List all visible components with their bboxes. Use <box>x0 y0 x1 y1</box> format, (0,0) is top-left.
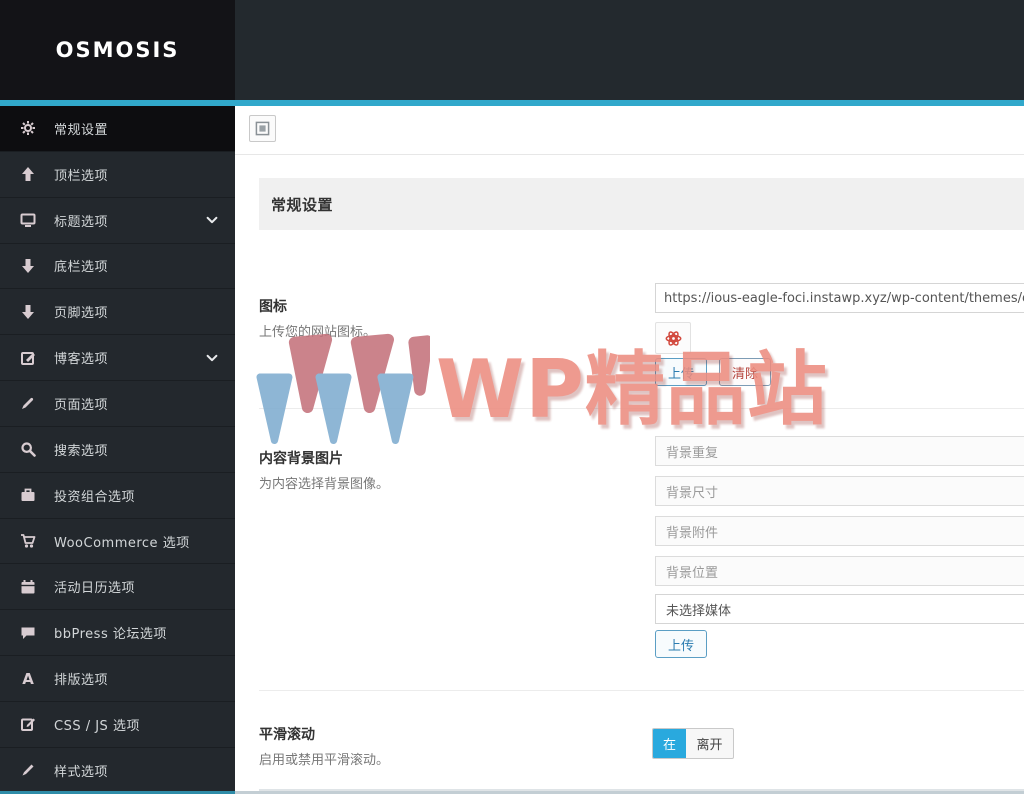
gears-icon <box>20 120 36 136</box>
nested-squares-icon <box>255 121 270 136</box>
style-pencil-icon <box>20 762 36 778</box>
background-position-select[interactable]: 背景位置 <box>655 556 1024 586</box>
logo-area: OSMOSIS <box>0 0 235 100</box>
search-icon <box>20 441 36 458</box>
sidebar-item-label: 常规设置 <box>54 122 109 138</box>
media-url-input[interactable] <box>655 594 1024 624</box>
sidebar-item[interactable]: 活动日历选项 <box>0 564 235 611</box>
chevron-down-icon <box>205 213 219 227</box>
sidebar-item[interactable]: A 排版选项 <box>0 656 235 702</box>
sidebar-item[interactable]: 顶栏选项 <box>0 152 235 198</box>
sidebar-item-label: WooCommerce 选项 <box>54 535 190 551</box>
sidebar-item-label: 标题选项 <box>54 214 109 230</box>
sidebar-item[interactable]: 常规设置 <box>0 106 235 152</box>
toggle-on-button[interactable]: 在 <box>653 729 686 758</box>
sidebar-item-label: 页脚选项 <box>54 306 109 322</box>
sidebar-item-label: 顶栏选项 <box>54 168 109 184</box>
section-header: 常规设置 <box>259 178 1024 230</box>
theme-options-page: OSMOSIS 常规设置 顶栏选项 标题选项 底栏选项 页脚选项 博客选项 页面选项 搜索选项… <box>0 0 1024 794</box>
sidebar-item-label: 底栏选项 <box>54 260 109 276</box>
svg-text:A: A <box>22 671 34 687</box>
sidebar-item[interactable]: 页面选项 <box>0 381 235 427</box>
favicon-upload-button[interactable]: 上传 <box>655 358 708 386</box>
favicon-field-description: 上传您的网站图标。 <box>259 325 377 340</box>
sidebar-item-label: 页面选项 <box>54 397 109 413</box>
sidebar-item-label: CSS / JS 选项 <box>54 718 140 734</box>
favicon-field-label: 图标 <box>259 299 287 315</box>
sidebar-item[interactable]: 标题选项 <box>0 198 235 244</box>
atom-flower-icon <box>665 330 681 346</box>
background-upload-button[interactable]: 上传 <box>655 630 708 658</box>
chevron-down-icon <box>205 351 219 365</box>
toggle-off-button[interactable]: 离开 <box>686 729 733 758</box>
favicon-remove-button[interactable]: 清除 <box>719 358 772 386</box>
options-toolbar <box>235 106 1024 155</box>
sidebar-item[interactable]: 投资组合选项 <box>0 473 235 519</box>
main-content: 常规设置 图标 上传您的网站图标。 上传 清除 内容背景图片 为内容选择背景图像… <box>235 106 1024 794</box>
edit-square-icon <box>20 350 36 366</box>
calendar-icon <box>20 579 36 595</box>
favicon-url-input[interactable] <box>655 283 1024 313</box>
background-size-select[interactable]: 背景尺寸 <box>655 476 1024 506</box>
section-title: 常规设置 <box>271 195 334 214</box>
desktop-icon <box>20 212 36 228</box>
code-edit-icon <box>20 716 36 732</box>
sidebar-item[interactable]: 博客选项 <box>0 335 235 382</box>
background-repeat-select[interactable]: 背景重复 <box>655 436 1024 466</box>
sidebar-item-label: bbPress 论坛选项 <box>54 627 167 643</box>
sidebar-item[interactable]: WooCommerce 选项 <box>0 519 235 565</box>
sidebar-item[interactable]: CSS / JS 选项 <box>0 702 235 748</box>
sidebar-item-label: 投资组合选项 <box>54 489 136 505</box>
smooth-scroll-field-label: 平滑滚动 <box>259 727 315 743</box>
arrow-down-icon <box>20 304 36 320</box>
cart-icon <box>20 533 36 549</box>
content-bg-field-label: 内容背景图片 <box>259 451 343 467</box>
comment-icon <box>20 625 36 641</box>
row-divider <box>259 408 1024 409</box>
app-logo: OSMOSIS <box>55 38 180 62</box>
sidebar-item[interactable]: 样式选项 <box>0 748 235 794</box>
favicon-preview <box>655 322 691 354</box>
font-icon: A <box>20 671 36 687</box>
content-bg-field-description: 为内容选择背景图像。 <box>259 477 390 492</box>
briefcase-icon <box>20 487 36 503</box>
sidebar-item-label: 活动日历选项 <box>54 581 136 597</box>
sidebar-item[interactable]: 页脚选项 <box>0 289 235 336</box>
row-divider <box>259 690 1024 691</box>
sidebar-item-label: 博客选项 <box>54 352 109 368</box>
sidebar-item[interactable]: 搜索选项 <box>0 427 235 473</box>
smooth-scroll-toggle: 在 离开 <box>652 728 734 759</box>
sidebar-item-label: 样式选项 <box>54 764 109 780</box>
background-attachment-select[interactable]: 背景附件 <box>655 516 1024 546</box>
sidebar: 常规设置顶栏选项标题选项底栏选项页脚选项博客选项页面选项搜索选项投资组合选项 Wo… <box>0 106 235 794</box>
sidebar-item[interactable]: 底栏选项 <box>0 244 235 290</box>
topbar: OSMOSIS <box>0 0 1024 100</box>
sidebar-item-label: 搜索选项 <box>54 443 109 459</box>
smooth-scroll-field-description: 启用或禁用平滑滚动。 <box>259 753 390 768</box>
arrow-up-icon <box>20 166 36 182</box>
arrow-down-icon <box>20 258 36 274</box>
pencil-icon <box>20 395 36 411</box>
sidebar-item[interactable]: bbPress 论坛选项 <box>0 610 235 657</box>
sidebar-item-label: 排版选项 <box>54 673 109 689</box>
collapse-panel-button[interactable] <box>249 115 276 142</box>
